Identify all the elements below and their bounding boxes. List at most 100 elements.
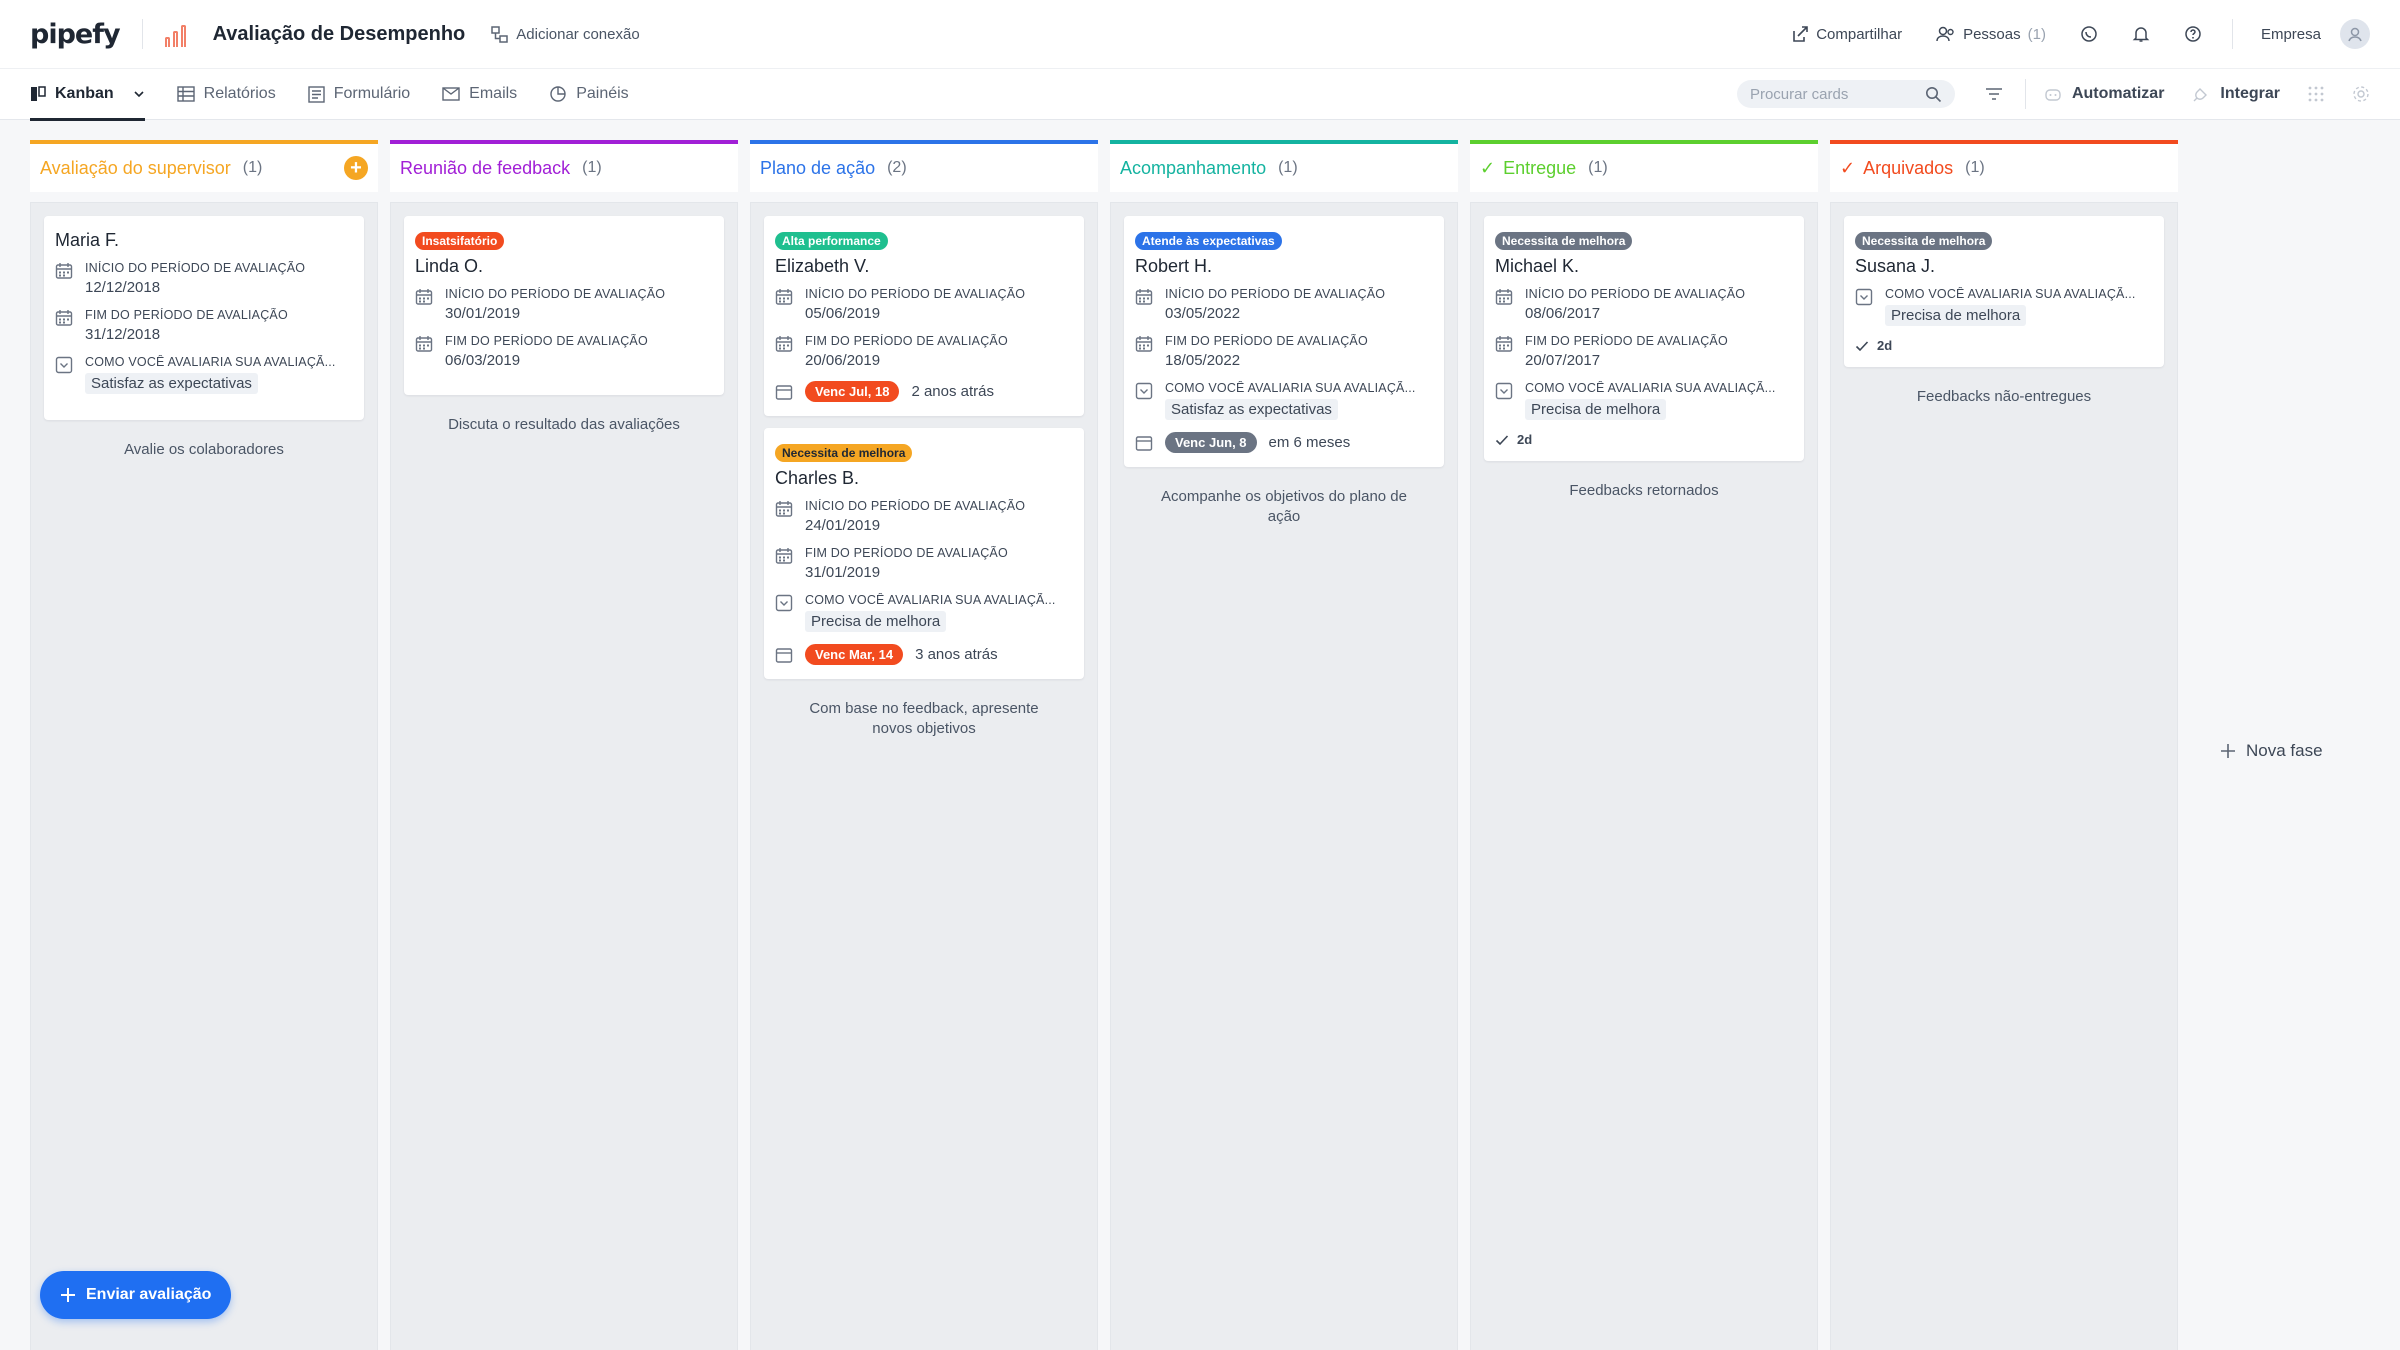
people-icon xyxy=(1936,26,1954,42)
tab-label: Painéis xyxy=(576,85,629,102)
phase-header[interactable]: ✓ Arquivados (1) xyxy=(1830,140,2178,192)
card[interactable]: Atende às expectativas Robert H. INÍCIO DO… xyxy=(1124,216,1444,467)
phase-body: Necessita de melhora Susana J. COMO VOCÊ A… xyxy=(1830,202,2178,1350)
phase-name: Entregue xyxy=(1503,157,1577,178)
settings-button[interactable] xyxy=(2352,85,2370,103)
filter-icon xyxy=(1985,88,2002,100)
automate-button[interactable]: Automatizar xyxy=(2044,85,2164,103)
phase-count: (1) xyxy=(1588,159,1608,176)
card-field: FIM DO PERÍODO DE AVALIAÇÃO 31/01/2019 xyxy=(775,546,1073,581)
field-label: FIM DO PERÍODO DE AVALIAÇÃO xyxy=(805,546,1008,560)
card-field: COMO VOCÊ AVALIARIA SUA AVALIAÇÃ... Satis… xyxy=(1135,381,1433,420)
phase-name: Plano de ação xyxy=(760,157,876,178)
calendar-icon xyxy=(415,289,433,305)
card[interactable]: Necessita de melhora Michael K. INÍCIO DO … xyxy=(1484,216,1804,461)
phase-header[interactable]: Avaliação do supervisor (1) + xyxy=(30,140,378,192)
card[interactable]: Necessita de melhora Charles B. INÍCIO DO … xyxy=(764,428,1084,679)
card-title: Elizabeth V. xyxy=(775,256,870,276)
search-icon[interactable] xyxy=(1925,86,1942,103)
phase-body: Atende às expectativas Robert H. INÍCIO DO… xyxy=(1110,202,1458,1350)
calendar-icon xyxy=(1495,336,1513,352)
calendar-icon xyxy=(415,336,433,352)
phase-header[interactable]: ✓ Entregue (1) xyxy=(1470,140,1818,192)
card-field: COMO VOCÊ AVALIARIA SUA AVALIAÇÃ... Preci… xyxy=(775,593,1073,632)
due-date-pill: Venc Jun, 8 xyxy=(1165,432,1257,453)
label-badge: Alta performance xyxy=(775,232,888,250)
calendar-icon xyxy=(775,336,793,352)
phase-column: Avaliação do supervisor (1) + Maria F. INÍCI… xyxy=(30,140,378,1350)
mail-icon xyxy=(442,87,460,101)
phase-header[interactable]: Acompanhamento (1) xyxy=(1110,140,1458,192)
company-menu[interactable]: Empresa xyxy=(2261,19,2370,49)
field-value: 20/06/2019 xyxy=(805,352,881,369)
tab-formulario[interactable]: Formulário xyxy=(308,68,410,120)
card[interactable]: Maria F. INÍCIO DO PERÍODO DE AVALIAÇÃO 12… xyxy=(44,216,364,420)
new-phase-button[interactable]: Nova fase xyxy=(2190,140,2350,1350)
due-date: Venc Jul, 18 2 anos atrás xyxy=(775,381,1073,402)
field-label: COMO VOCÊ AVALIARIA SUA AVALIAÇÃ... xyxy=(1165,381,1416,395)
send-evaluation-button[interactable]: Enviar avaliação xyxy=(40,1271,232,1319)
calendar-icon xyxy=(775,289,793,305)
apps-button[interactable] xyxy=(2308,86,2324,102)
field-option-chip: Satisfaz as expectativas xyxy=(1165,399,1338,420)
plus-icon xyxy=(61,1288,75,1302)
field-label: INÍCIO DO PERÍODO DE AVALIAÇÃO xyxy=(1525,287,1746,301)
field-option-chip: Precisa de melhora xyxy=(1525,399,1667,420)
calendar-icon xyxy=(55,263,73,279)
due-date: Venc Mar, 14 3 anos atrás xyxy=(775,644,1073,665)
pipe-title[interactable]: Avaliação de Desempenho xyxy=(213,23,466,46)
phase-column: ✓ Arquivados (1) Necessita de melhora Susana… xyxy=(1830,140,2178,1350)
chevron-down-icon[interactable] xyxy=(133,88,145,100)
field-label: FIM DO PERÍODO DE AVALIAÇÃO xyxy=(805,334,1008,348)
share-button[interactable]: Compartilhar xyxy=(1791,25,1902,43)
search-input[interactable]: Procurar cards xyxy=(1736,80,1955,108)
tab-label: Relatórios xyxy=(203,85,276,102)
check-icon xyxy=(1495,434,1509,445)
tab-relatorios[interactable]: Relatórios xyxy=(176,68,276,120)
card-field: COMO VOCÊ AVALIARIA SUA AVALIAÇÃ... Preci… xyxy=(1855,287,2153,326)
tab-paineis[interactable]: Painéis xyxy=(549,68,629,120)
card-field: INÍCIO DO PERÍODO DE AVALIAÇÃO 12/12/2018 xyxy=(55,261,353,296)
integrate-button[interactable]: Integrar xyxy=(2192,85,2280,103)
whatsapp-button[interactable] xyxy=(2080,25,2098,43)
field-value: 20/07/2017 xyxy=(1525,352,1601,369)
pipefy-logo[interactable]: pipefy xyxy=(30,19,121,50)
label-badge: Necessita de melhora xyxy=(775,444,913,462)
card[interactable]: Alta performance Elizabeth V. INÍCIO DO PE… xyxy=(764,216,1084,416)
done-duration: 2d xyxy=(1517,432,1533,447)
kanban-board: Avaliação do supervisor (1) + Maria F. INÍCI… xyxy=(30,140,2350,1350)
add-connection-button[interactable]: Adicionar conexão xyxy=(491,26,640,43)
phase-column: Acompanhamento (1) Atende às expectativas R… xyxy=(1110,140,1458,1350)
phase-description: Feedbacks retornados xyxy=(1569,482,1719,499)
phase-name: Acompanhamento xyxy=(1120,157,1267,178)
card-title: Maria F. xyxy=(55,230,120,250)
avatar[interactable] xyxy=(2340,19,2370,49)
notifications-button[interactable] xyxy=(2132,25,2150,43)
add-card-icon[interactable]: + xyxy=(344,156,368,180)
gear-icon xyxy=(2353,86,2369,102)
filter-button[interactable] xyxy=(1985,87,2003,101)
field-value: 08/06/2017 xyxy=(1525,305,1601,322)
tab-label: Kanban xyxy=(55,85,114,102)
help-icon xyxy=(2185,26,2201,42)
phase-header[interactable]: Reunião de feedback (1) xyxy=(390,140,738,192)
tab-label: Emails xyxy=(469,85,518,102)
card-title: Linda O. xyxy=(415,256,484,276)
phase-description: Discuta o resultado das avaliações xyxy=(448,416,680,433)
phase-header[interactable]: Plano de ação (2) xyxy=(750,140,1098,192)
phase-body: Necessita de melhora Michael K. INÍCIO DO … xyxy=(1470,202,1818,1350)
phase-count: (2) xyxy=(887,159,907,176)
phase-name: Reunião de feedback xyxy=(400,157,571,178)
field-label: INÍCIO DO PERÍODO DE AVALIAÇÃO xyxy=(85,261,306,275)
field-label: COMO VOCÊ AVALIARIA SUA AVALIAÇÃ... xyxy=(1525,381,1776,395)
integrate-label: Integrar xyxy=(2220,85,2280,102)
tab-kanban[interactable]: Kanban xyxy=(30,68,145,121)
people-button[interactable]: Pessoas (1) xyxy=(1936,25,2046,43)
due-date-pill: Venc Jul, 18 xyxy=(805,381,900,402)
field-value: 30/01/2019 xyxy=(445,305,521,322)
help-button[interactable] xyxy=(2184,25,2202,43)
card[interactable]: Necessita de melhora Susana J. COMO VOCÊ A… xyxy=(1844,216,2164,367)
card[interactable]: Insatsifatório Linda O. INÍCIO DO PERÍODO … xyxy=(404,216,724,395)
label-badge: Necessita de melhora xyxy=(1855,232,1993,250)
tab-emails[interactable]: Emails xyxy=(442,68,517,120)
